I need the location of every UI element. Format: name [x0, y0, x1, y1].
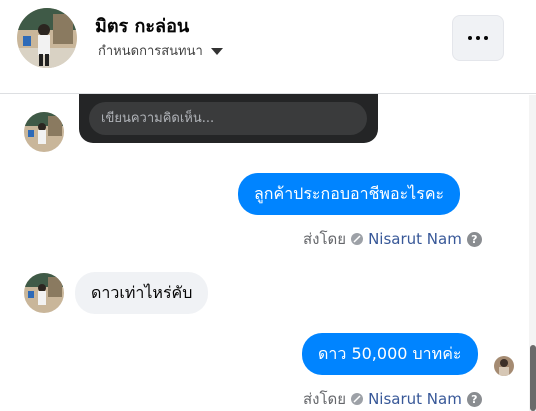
- contact-avatar-small[interactable]: [24, 273, 64, 313]
- scrollbar-thumb[interactable]: [530, 345, 536, 411]
- shared-post-card[interactable]: เขียนความคิดเห็น...: [79, 94, 378, 143]
- conversation-schedule-label: กำหนดการสนทนา: [98, 44, 203, 59]
- sender-name[interactable]: Nisarut Nam: [368, 390, 462, 408]
- outgoing-message[interactable]: ดาว 50,000 บาทค่ะ: [302, 333, 478, 375]
- chevron-down-icon: [210, 48, 223, 55]
- more-dot: [484, 36, 488, 40]
- incoming-message[interactable]: ดาวเท่าไหร่คับ: [75, 272, 209, 314]
- outgoing-message[interactable]: ลูกค้าประกอบอาชีพอะไรคะ: [238, 173, 461, 215]
- sent-by-prefix: ส่งโดย: [303, 230, 347, 248]
- help-icon[interactable]: ?: [466, 391, 482, 407]
- contact-name[interactable]: มิตร กะล่อน: [95, 11, 189, 40]
- more-dot: [476, 36, 480, 40]
- comment-input[interactable]: เขียนความคิดเห็น...: [89, 102, 367, 135]
- sender-name[interactable]: Nisarut Nam: [368, 230, 462, 248]
- chat-header: มิตร กะล่อน กำหนดการสนทนา: [0, 0, 536, 94]
- contact-avatar[interactable]: [17, 8, 77, 68]
- sent-by-prefix: ส่งโดย: [303, 390, 347, 408]
- page-badge-icon: [351, 393, 364, 405]
- contact-avatar-small[interactable]: [24, 112, 64, 152]
- conversation-schedule-dropdown[interactable]: กำหนดการสนทนา: [98, 40, 223, 61]
- page-badge-icon: [351, 233, 364, 245]
- more-options-button[interactable]: [452, 15, 504, 61]
- sent-by-line: ส่งโดย Nisarut Nam ?: [303, 227, 482, 251]
- help-icon[interactable]: ?: [466, 231, 482, 247]
- seen-avatar: [494, 356, 514, 376]
- sent-by-line: ส่งโดย Nisarut Nam ?: [303, 387, 482, 411]
- more-horizontal-icon: [468, 36, 472, 40]
